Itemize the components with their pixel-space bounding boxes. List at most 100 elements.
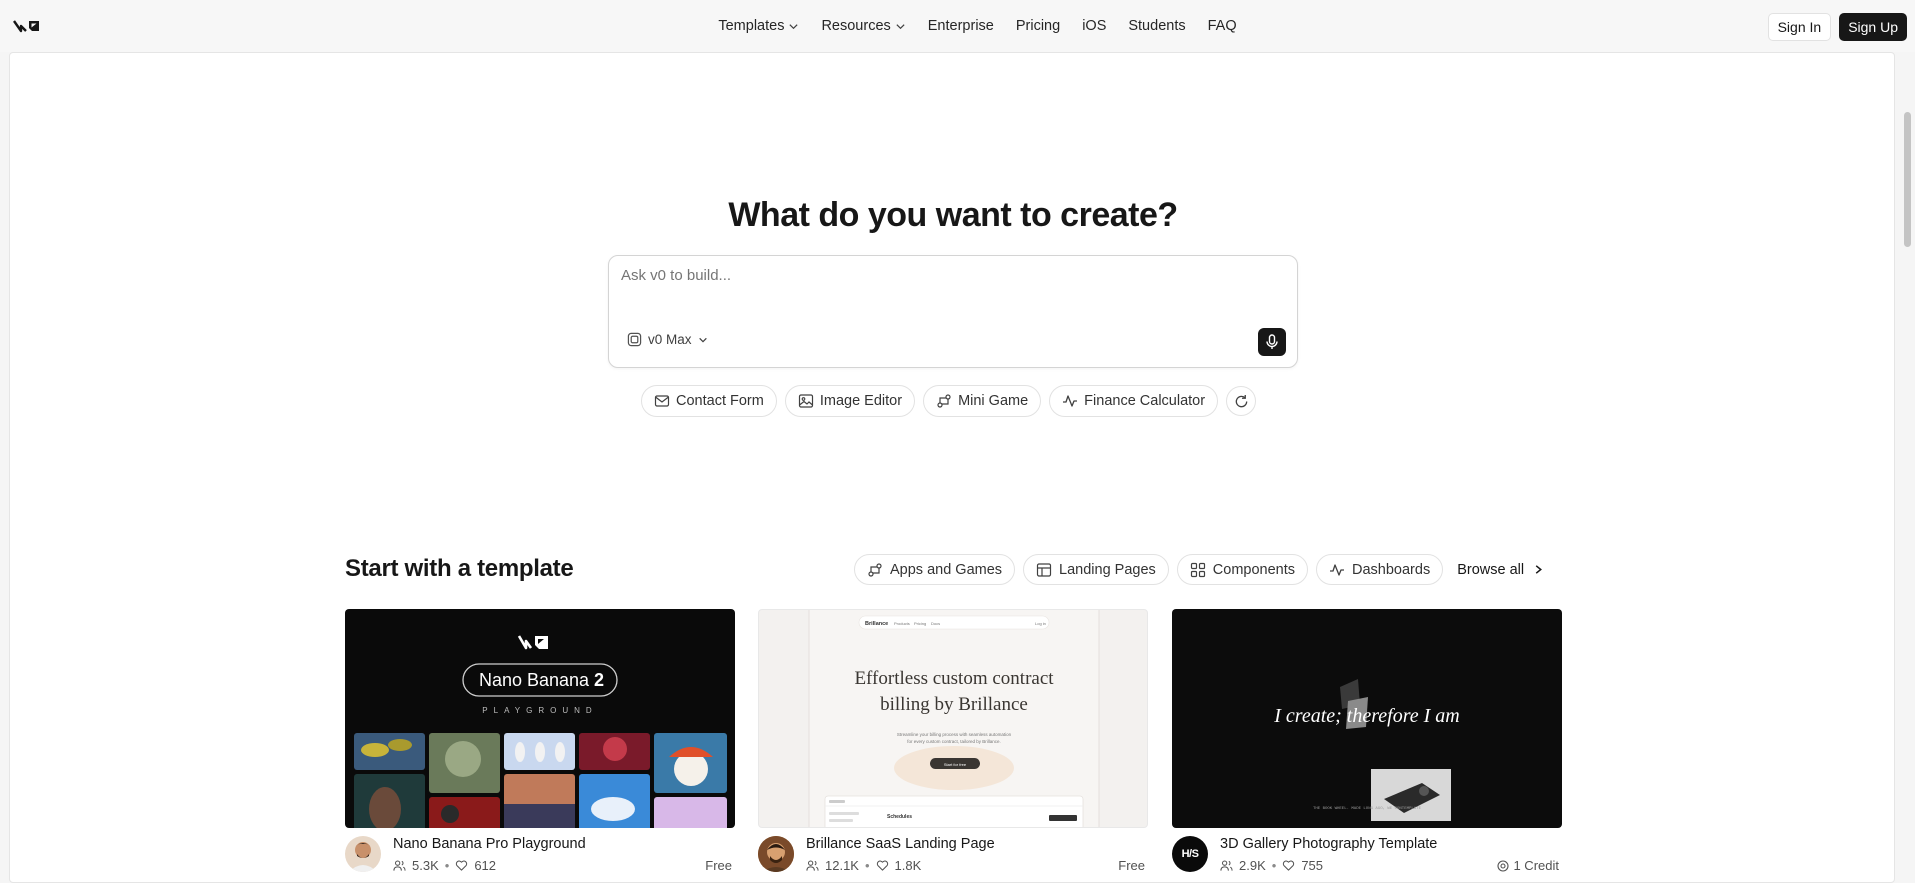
chevron-right-icon [1535,565,1543,574]
users-icon [393,860,406,871]
thumb-sub: PLAYGROUND [482,706,597,715]
heart-icon[interactable] [1282,859,1295,872]
thumb-sub-2: for every custom contract, tailored by B… [907,739,1001,744]
thumb-nav-2: Docs [931,621,940,626]
scrollbar-thumb[interactable] [1904,112,1911,247]
thumb-login: Log in [1035,621,1046,626]
price-label: 1 Credit [1513,858,1559,873]
avatar: H/S [1172,836,1208,872]
thumb-sub-1: Streamline your billing process with sea… [897,732,1012,737]
separator-dot: • [444,858,450,873]
thumb-nav-0: Products [894,621,910,626]
suggestion-label: Finance Calculator [1084,393,1206,409]
chevron-down-icon [896,23,905,29]
thumb-nav-1: Pricing [914,621,926,626]
users-count: 5.3K [412,858,439,873]
filter-label: Dashboards [1352,561,1431,578]
v0-logo-icon[interactable] [12,14,42,38]
nav-templates-label: Templates [718,18,785,34]
template-stats: 2.9K • 755 [1220,858,1323,873]
template-title[interactable]: Nano Banana Pro Playground [393,836,586,852]
thumb-headline-2: billing by Brillance [880,694,1028,715]
users-count: 2.9K [1239,858,1266,873]
nano-banana-preview: Nano Banana 2 PLAYGROUND [354,635,727,828]
template-thumbnail[interactable]: Nano Banana 2 PLAYGROUND [345,609,735,828]
model-icon [627,332,642,347]
template-thumbnail[interactable]: I create; therefore I am THE BOOK WHEEL.… [1172,609,1562,828]
heart-icon[interactable] [455,859,468,872]
refresh-icon [1235,394,1247,407]
prompt-input[interactable] [621,267,1221,284]
suggestion-label: Image Editor [819,393,903,409]
brillance-preview: Brillance Products Pricing Docs Log in E… [808,610,1100,827]
template-title[interactable]: Brillance SaaS Landing Page [806,836,995,852]
thumb-brand: Brillance [865,621,888,627]
template-card[interactable]: Brillance Products Pricing Docs Log in E… [758,609,1148,878]
heart-icon[interactable] [876,859,889,872]
nav-templates[interactable]: Templates [718,18,799,34]
microphone-icon [1266,334,1278,349]
filter-components[interactable]: Components [1176,554,1309,585]
prompt-box: v0 Max [608,255,1298,368]
template-stats: 12.1K • 1.8K [806,858,921,873]
thumb-panel-title: Schedules [887,814,912,820]
activity-icon [1063,395,1078,407]
nav-resources[interactable]: Resources [821,18,905,34]
nav-ios[interactable]: iOS [1082,18,1106,34]
separator-dot: • [864,858,870,873]
layout-icon [1036,562,1052,577]
template-filters: Apps and Games Landing Pages Components … [854,554,1543,585]
refresh-suggestions-button[interactable] [1226,386,1257,416]
template-card[interactable]: I create; therefore I am THE BOOK WHEEL.… [1172,609,1562,878]
nav-enterprise[interactable]: Enterprise [928,18,994,34]
filter-apps-and-games[interactable]: Apps and Games [854,554,1016,585]
likes-count: 1.8K [894,858,922,873]
templates-section-title: Start with a template [345,555,574,582]
model-label: v0 Max [648,332,692,347]
game-icon [937,394,951,408]
thumb-title: Nano Banana [479,670,590,690]
nav-faq[interactable]: FAQ [1208,18,1237,34]
suggestion-mini-game[interactable]: Mini Game [923,385,1042,417]
suggestion-finance-calculator[interactable]: Finance Calculator [1049,385,1219,417]
separator-dot: • [1271,858,1277,873]
image-icon [798,394,813,408]
avatar [345,836,381,872]
mail-icon [654,395,670,407]
main-panel: What do you want to create? v0 Max Conta… [9,52,1895,883]
template-card[interactable]: Nano Banana 2 PLAYGROUND Nano Banana Pro… [345,609,735,878]
main-nav: Templates Resources Enterprise Pricing i… [0,0,1915,52]
template-meta: Brillance SaaS Landing Page 12.1K • 1.8K… [758,828,1148,878]
nav-students[interactable]: Students [1128,18,1185,34]
filter-landing-pages[interactable]: Landing Pages [1023,554,1169,585]
sign-in-button[interactable]: Sign In [1767,13,1832,41]
top-bar: Templates Resources Enterprise Pricing i… [0,0,1915,52]
thumb-headline: I create; therefore I am [1273,705,1459,727]
avatar [758,836,794,872]
filter-label: Apps and Games [890,561,1003,578]
suggestion-label: Contact Form [676,393,764,409]
suggestion-label: Mini Game [958,393,1029,409]
template-title[interactable]: 3D Gallery Photography Template [1220,836,1437,852]
filter-dashboards[interactable]: Dashboards [1316,554,1444,585]
users-icon [806,860,819,871]
template-price: Free [1118,858,1145,873]
filter-label: Components [1212,561,1296,578]
apps-icon [868,562,882,577]
template-thumbnail[interactable]: Brillance Products Pricing Docs Log in E… [758,609,1148,828]
suggestion-contact-form[interactable]: Contact Form [641,385,777,417]
template-meta: Nano Banana Pro Playground 5.3K • 612 Fr… [345,828,735,878]
thumb-title-num: 2 [594,670,604,690]
template-price: 1 Credit [1497,858,1559,873]
nav-pricing[interactable]: Pricing [1016,18,1060,34]
microphone-button[interactable] [1258,328,1286,356]
suggestion-chips: Contact Form Image Editor Mini Game Fina… [641,385,1257,417]
model-selector[interactable]: v0 Max [627,332,708,347]
browse-all-link[interactable]: Browse all [1457,562,1543,578]
suggestion-image-editor[interactable]: Image Editor [784,385,916,417]
likes-count: 755 [1301,858,1324,873]
sign-up-button[interactable]: Sign Up [1839,13,1907,41]
scrollbar[interactable] [1899,52,1915,883]
template-meta: H/S 3D Gallery Photography Template 2.9K… [1172,828,1562,878]
activity-icon [1330,563,1345,576]
